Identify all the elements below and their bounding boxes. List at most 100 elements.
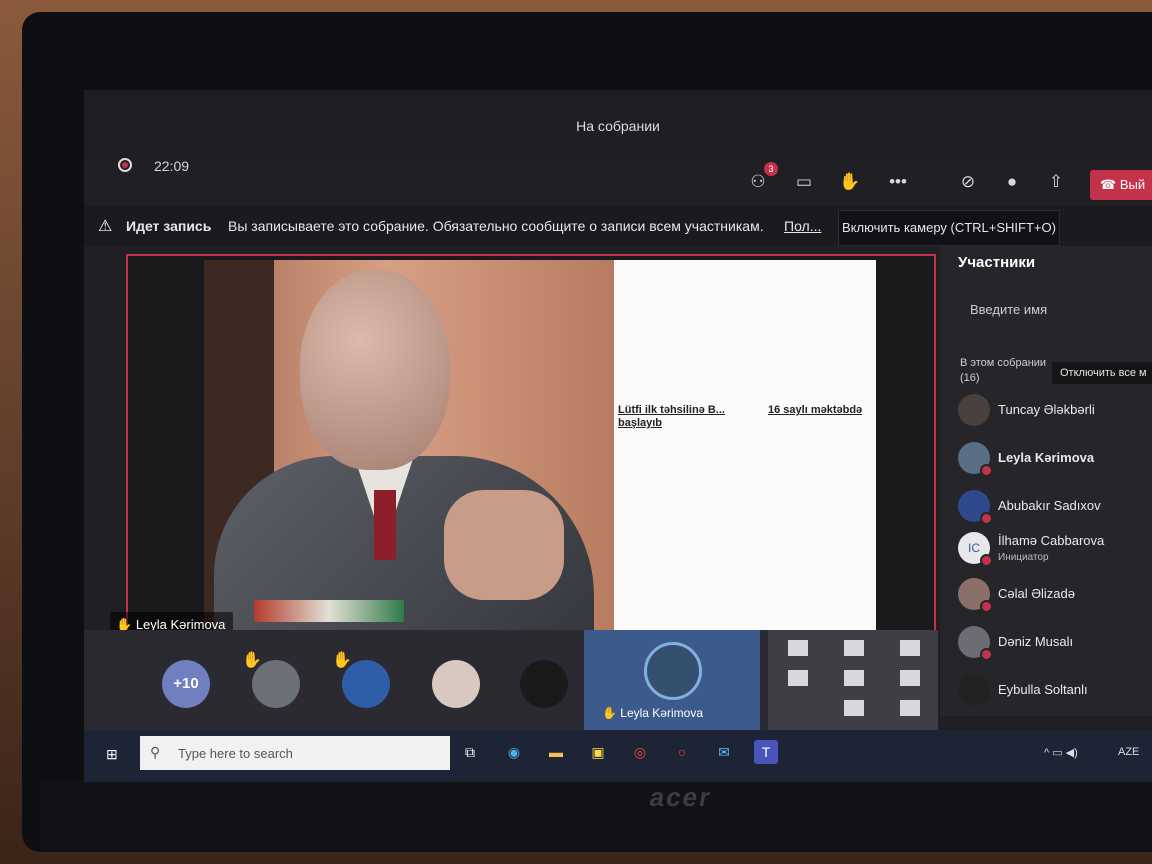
shared-photo xyxy=(204,260,614,636)
active-speaker-label: Leyla Kərimova xyxy=(620,706,703,720)
more-icon: ••• xyxy=(889,172,907,191)
opera-icon[interactable]: ○ xyxy=(670,740,694,764)
explorer-icon[interactable]: ▬ xyxy=(544,740,568,764)
title-bar: На собрании xyxy=(84,90,1152,160)
participant-avatar[interactable] xyxy=(252,660,300,708)
participant-row[interactable]: IC İlhamə Cabbarova Инициатор xyxy=(958,528,1152,568)
camera-toggle-button[interactable]: ⊘ xyxy=(954,168,982,196)
teams-window: На собрании 22:09 ⚇ 3 ▭ ✋ ••• ⊘ ● ⇧ ☎ Вы… xyxy=(84,90,1152,782)
participant-row[interactable]: Abubakır Sadıxov xyxy=(958,486,1152,526)
banner-link[interactable]: Пол... xyxy=(784,218,821,234)
task-view-icon[interactable]: ⧉ xyxy=(458,740,482,764)
participant-gallery: +10 ✋ ✋ ✋ Leyla Kərimova xyxy=(84,630,938,730)
mute-all-button[interactable]: Отключить все м xyxy=(1052,362,1152,384)
photo-person-tie xyxy=(374,490,396,560)
participant-row[interactable]: Leyla Kərimova xyxy=(958,438,1152,478)
mic-icon: ● xyxy=(1006,172,1018,191)
video-thumbnail xyxy=(844,670,864,686)
video-thumbnail xyxy=(788,640,808,656)
mail-icon[interactable]: ✉ xyxy=(712,740,736,764)
shared-content-stage: Lütfi ilk təhsilinə B... başlayıb 16 say… xyxy=(110,254,936,644)
window-title: На собрании xyxy=(576,118,660,134)
acer-logo: acer xyxy=(647,782,715,812)
participant-row[interactable]: Eybulla Soltanlı xyxy=(958,670,1152,710)
active-speaker-tile[interactable]: ✋ Leyla Kərimova xyxy=(584,630,760,730)
system-tray[interactable]: ^ ▭ ◀) xyxy=(1044,746,1078,759)
participant-name: İlhamə Cabbarova xyxy=(998,533,1105,548)
participants-badge: 3 xyxy=(764,162,778,176)
chrome-icon[interactable]: ◎ xyxy=(628,740,652,764)
participant-name: Dəniz Musalı xyxy=(998,634,1074,649)
participant-avatar[interactable] xyxy=(432,660,480,708)
status-icon xyxy=(980,464,993,477)
video-thumbnail xyxy=(844,640,864,656)
photo-person-hands xyxy=(444,490,564,600)
video-grid[interactable] xyxy=(768,630,938,730)
banner-text: Вы записываете это собрание. Обязательно… xyxy=(228,218,764,234)
taskbar-search-placeholder: Type here to search xyxy=(178,746,293,761)
photo-person-head xyxy=(300,270,450,470)
taskbar-search-input[interactable]: ⚲ Type here to search xyxy=(140,736,450,770)
status-icon xyxy=(980,600,993,613)
chat-button[interactable]: ▭ xyxy=(790,168,818,196)
avatar xyxy=(958,394,990,426)
microphone-button[interactable]: ● xyxy=(998,168,1026,196)
camera-off-icon: ⊘ xyxy=(960,172,976,191)
participant-row[interactable]: Cəlal Əlizadə xyxy=(958,574,1152,614)
avatar xyxy=(958,674,990,706)
windows-taskbar: ⊞ ⚲ Type here to search ⧉ ◉ ▬ ▣ ◎ ○ ✉ T … xyxy=(84,730,1152,782)
monitor-bezel-bottom xyxy=(40,780,1152,850)
active-speaker-avatar xyxy=(644,642,702,700)
participant-row[interactable]: Dəniz Musalı xyxy=(958,622,1152,662)
document-text-left: Lütfi ilk təhsilinə B... başlayıb xyxy=(618,404,725,429)
video-thumbnail xyxy=(900,640,920,656)
active-speaker-name: ✋ Leyla Kərimova xyxy=(602,706,703,720)
raise-hand-icon: ✋ xyxy=(839,172,861,191)
share-icon: ⇧ xyxy=(1048,172,1064,191)
shared-document: Lütfi ilk təhsilinə B... başlayıb 16 say… xyxy=(614,260,876,636)
chat-icon: ▭ xyxy=(795,172,813,191)
participant-name: Tuncay Ələkbərli xyxy=(998,402,1095,417)
more-actions-button[interactable]: ••• xyxy=(884,168,912,196)
store-icon[interactable]: ▣ xyxy=(586,740,610,764)
banner-title: Идет запись xyxy=(126,218,212,234)
camera-tooltip: Включить камеру (CTRL+SHIFT+O) xyxy=(838,210,1060,246)
raise-hand-button[interactable]: ✋ xyxy=(836,168,864,196)
phone-icon: ☎ xyxy=(1100,177,1120,192)
photo-books xyxy=(254,600,404,622)
participants-button[interactable]: ⚇ 3 xyxy=(744,162,778,196)
edge-icon[interactable]: ◉ xyxy=(502,740,526,764)
panel-title: Участники xyxy=(958,254,1036,271)
participant-row[interactable]: Tuncay Ələkbərli xyxy=(958,390,1152,430)
participant-name: Leyla Kərimova xyxy=(998,450,1095,465)
video-thumbnail xyxy=(900,670,920,686)
more-participants-tile[interactable]: +10 xyxy=(162,660,210,708)
status-icon xyxy=(980,648,993,661)
language-indicator[interactable]: AZE xyxy=(1118,746,1139,758)
leave-label: Вый xyxy=(1119,177,1146,192)
video-thumbnail xyxy=(788,670,808,686)
video-thumbnail xyxy=(844,700,864,716)
participants-icon: ⚇ xyxy=(750,172,766,191)
participant-name: Cəlal Əlizadə xyxy=(998,586,1075,601)
status-icon xyxy=(980,512,993,525)
warning-icon: ⚠ xyxy=(98,218,113,235)
document-text-right: 16 saylı məktəbdə xyxy=(768,404,863,416)
meeting-timer: 22:09 xyxy=(154,158,190,174)
participants-panel: Участники Введите имя В этом собрании (1… xyxy=(940,246,1152,716)
meeting-section-label[interactable]: В этом собрании (16) xyxy=(960,356,1050,386)
share-button[interactable]: ⇧ xyxy=(1042,168,1070,196)
participant-avatar[interactable] xyxy=(520,660,568,708)
leave-button[interactable]: ☎ Вый xyxy=(1090,170,1152,200)
status-icon xyxy=(980,554,993,567)
participant-name: Eybulla Soltanlı xyxy=(998,682,1088,697)
participant-search-input[interactable]: Введите имя xyxy=(970,302,1047,317)
windows-start-icon[interactable]: ⊞ xyxy=(106,746,122,762)
raise-hand-icon: ✋ xyxy=(602,706,621,720)
record-icon xyxy=(118,158,132,172)
video-thumbnail xyxy=(900,700,920,716)
teams-icon[interactable]: T xyxy=(754,740,778,764)
participant-avatar[interactable] xyxy=(342,660,390,708)
search-icon: ⚲ xyxy=(150,744,161,760)
participant-name: Abubakır Sadıxov xyxy=(998,498,1101,513)
